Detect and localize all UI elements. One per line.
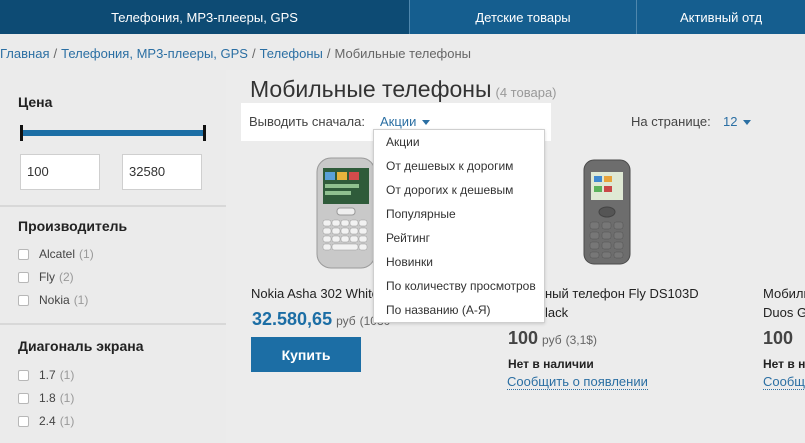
stock-status: Нет в наличии: [508, 357, 594, 371]
page-title-text: Мобильные телефоны: [250, 76, 492, 102]
product-name-nokia[interactable]: Nokia Asha 302 White: [251, 286, 379, 301]
goods-count: (4 товара): [495, 85, 557, 100]
sort-option-popular[interactable]: Популярные: [386, 207, 456, 221]
sort-select[interactable]: Акции: [380, 114, 431, 129]
nav-item-telephony[interactable]: Телефония, MP3-плееры, GPS: [0, 0, 410, 34]
option-label: Alcatel: [39, 247, 76, 261]
sort-dropdown-menu: Акции От дешевых к дорогим От дорогих к …: [373, 129, 545, 323]
sort-option-new[interactable]: Новинки: [386, 255, 433, 269]
notify-link[interactable]: Сообщит: [763, 374, 805, 390]
top-nav: Телефония, MP3-плееры, GPS Детские товар…: [0, 0, 805, 34]
stock-status: Нет в н: [763, 357, 805, 371]
manufacturer-filter-title: Производитель: [18, 218, 128, 234]
checkbox[interactable]: [18, 271, 29, 283]
checkbox[interactable]: [18, 294, 29, 306]
manufacturer-option-fly[interactable]: Fly (2): [18, 270, 74, 284]
price-currency: руб: [336, 314, 356, 328]
manufacturer-option-alcatel[interactable]: Alcatel (1): [18, 247, 94, 261]
product-image-fly[interactable]: [582, 158, 632, 266]
perpage-selected-value: 12: [723, 114, 738, 129]
breadcrumb: Главная / Телефония, MP3-плееры, GPS / Телеф…: [0, 46, 471, 61]
checkbox[interactable]: [18, 392, 29, 404]
sort-option-name[interactable]: По названию (А-Я): [386, 303, 491, 317]
product-price-fly: 100 руб (3,1$): [508, 328, 597, 349]
breadcrumb-home[interactable]: Главная: [0, 46, 49, 61]
breadcrumb-separator: /: [326, 46, 331, 61]
product-name-third-line2[interactable]: Duos G: [763, 305, 805, 320]
diagonal-option-1-7[interactable]: 1.7 (1): [18, 368, 74, 382]
breadcrumb-separator: /: [251, 46, 256, 61]
product-price-third: 100: [763, 328, 794, 348]
notify-link[interactable]: Сообщить о появлении: [507, 374, 648, 390]
price-slider-min-handle[interactable]: [20, 125, 23, 141]
product-name-fly-line1[interactable]: ный телефон Fly DS103D: [545, 286, 699, 301]
perpage-select[interactable]: 12: [723, 114, 752, 129]
product-name-fly-line2[interactable]: lack: [545, 305, 568, 320]
sort-label: Выводить сначала:: [249, 114, 365, 129]
option-label: 2.4: [39, 414, 56, 428]
option-label: 1.8: [39, 391, 56, 405]
sort-selected-value: Акции: [380, 114, 417, 129]
diagonal-option-1-8[interactable]: 1.8 (1): [18, 391, 74, 405]
nav-item-kids[interactable]: Детские товары: [410, 0, 637, 34]
price-max-input[interactable]: 32580: [122, 154, 202, 190]
caret-down-icon: [743, 120, 752, 126]
option-count: (1): [79, 247, 94, 261]
diagonal-option-2-4[interactable]: 2.4 (1): [18, 414, 74, 428]
price-extra: (3,1$): [565, 333, 597, 347]
product-name-third-line1[interactable]: Мобиль: [763, 286, 805, 301]
breadcrumb-telephony[interactable]: Телефония, MP3-плееры, GPS: [61, 46, 248, 61]
checkbox[interactable]: [18, 415, 29, 427]
option-count: (1): [73, 293, 89, 307]
sort-option-views[interactable]: По количеству просмотров: [386, 279, 536, 293]
product-image-nokia[interactable]: [313, 156, 379, 270]
breadcrumb-current: Мобильные телефоны: [334, 46, 472, 61]
price-value: 100: [508, 328, 539, 348]
option-count: (2): [59, 270, 74, 284]
sort-option-price-asc[interactable]: От дешевых к дорогим: [386, 159, 513, 173]
checkbox[interactable]: [18, 248, 29, 260]
price-slider-max-handle[interactable]: [203, 125, 206, 141]
price-value: 32.580,65: [252, 309, 333, 329]
option-count: (1): [59, 368, 75, 382]
price-filter-title: Цена: [18, 94, 53, 110]
sort-option-price-desc[interactable]: От дорогих к дешевым: [386, 183, 513, 197]
perpage-label: На странице:: [631, 114, 711, 129]
option-label: Fly: [39, 270, 55, 284]
price-range-slider[interactable]: [20, 125, 206, 141]
sort-option-rating[interactable]: Рейтинг: [386, 231, 430, 245]
option-label: Nokia: [39, 293, 70, 307]
buy-button[interactable]: Купить: [251, 337, 361, 372]
filter-divider: [0, 205, 226, 207]
breadcrumb-phones[interactable]: Телефоны: [260, 46, 323, 61]
option-count: (1): [59, 391, 75, 405]
price-currency: руб: [542, 333, 562, 347]
breadcrumb-separator: /: [53, 46, 58, 61]
filter-divider: [0, 323, 226, 325]
caret-down-icon: [422, 120, 431, 126]
checkbox[interactable]: [18, 369, 29, 381]
option-count: (1): [59, 414, 75, 428]
page-title: Мобильные телефоны (4 товара): [250, 76, 557, 103]
diagonal-filter-title: Диагональ экрана: [18, 338, 144, 354]
option-label: 1.7: [39, 368, 56, 382]
nav-item-active-rest[interactable]: Активный отд: [637, 0, 805, 34]
sort-option-promo[interactable]: Акции: [386, 135, 420, 149]
product-price-nokia: 32.580,65руб(1030: [252, 309, 390, 330]
manufacturer-option-nokia[interactable]: Nokia (1): [18, 293, 88, 307]
price-min-input[interactable]: 100: [20, 154, 100, 190]
